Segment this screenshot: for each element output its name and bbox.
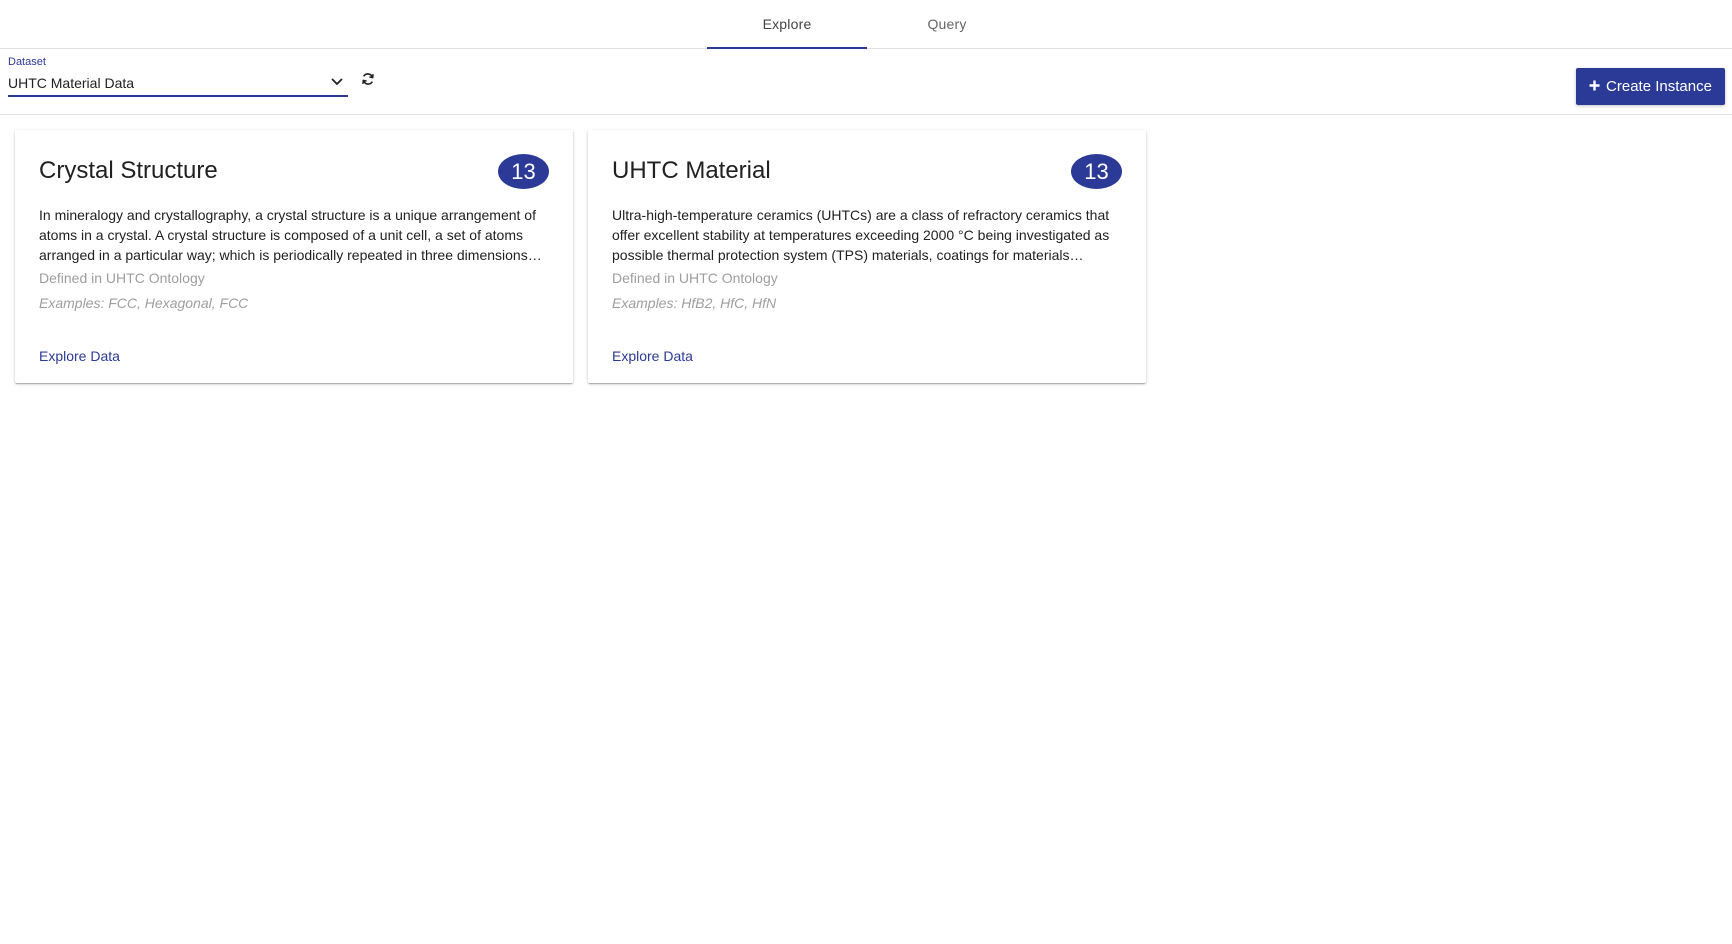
card-defined-in: Defined in UHTC Ontology: [39, 270, 205, 286]
card-defined-in: Defined in UHTC Ontology: [612, 270, 778, 286]
tab-query[interactable]: Query: [867, 0, 1027, 48]
top-tab-bar: Explore Query: [0, 0, 1732, 49]
card-title: Crystal Structure: [39, 157, 218, 184]
create-instance-label: Create Instance: [1606, 78, 1712, 95]
explore-data-link[interactable]: Explore Data: [612, 348, 693, 364]
refresh-button[interactable]: [358, 71, 378, 91]
card-examples: Examples: HfB2, HfC, HfN: [612, 295, 777, 311]
plus-icon: [1589, 78, 1600, 95]
class-card: UHTC Material 13 Ultra-high-temperature …: [588, 130, 1146, 383]
refresh-icon: [361, 72, 375, 91]
tab-list: Explore Query: [707, 0, 1027, 49]
card-title: UHTC Material: [612, 157, 771, 184]
instance-count-badge: 13: [498, 154, 549, 189]
create-instance-button[interactable]: Create Instance: [1576, 68, 1725, 105]
card-examples: Examples: FCC, Hexagonal, FCC: [39, 295, 249, 311]
class-card: Crystal Structure 13 In mineralogy and c…: [15, 130, 573, 383]
toolbar: Dataset UHTC Material Data Create Instan…: [0, 49, 1732, 115]
instance-count-badge: 13: [1071, 154, 1122, 189]
explore-data-link[interactable]: Explore Data: [39, 348, 120, 364]
chevron-down-icon: [330, 75, 344, 89]
card-description: In mineralogy and crystallography, a cry…: [39, 207, 542, 263]
dataset-select[interactable]: UHTC Material Data: [8, 69, 348, 97]
dataset-selected-value: UHTC Material Data: [8, 75, 135, 91]
card-description: Ultra-high-temperature ceramics (UHTCs) …: [612, 207, 1110, 263]
dataset-label: Dataset: [8, 56, 46, 68]
tab-explore[interactable]: Explore: [707, 0, 867, 49]
class-card-list: Crystal Structure 13 In mineralogy and c…: [15, 130, 1146, 383]
